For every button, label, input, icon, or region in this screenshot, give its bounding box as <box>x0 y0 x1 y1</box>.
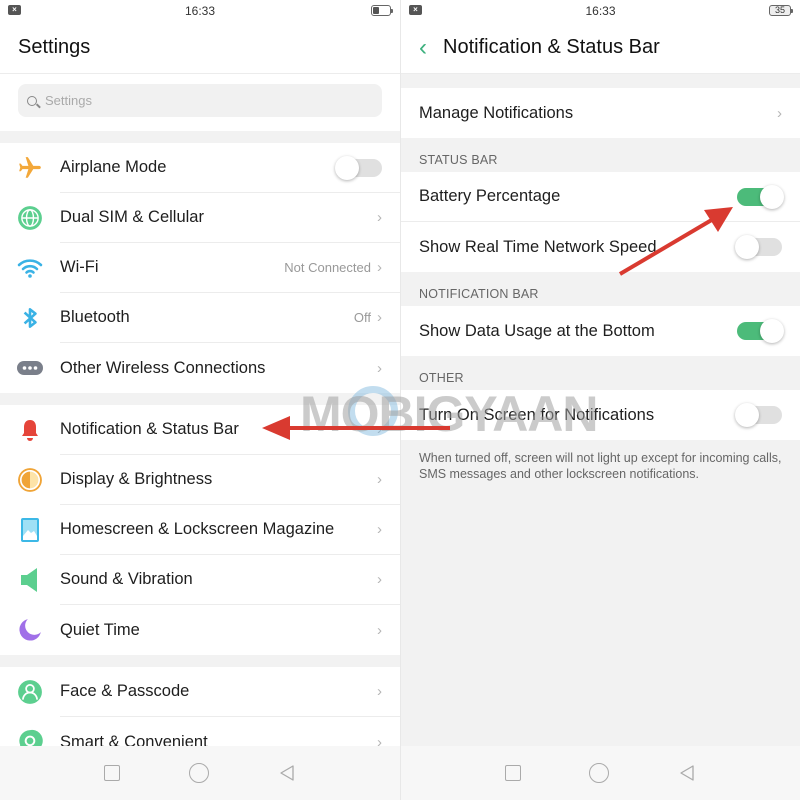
settings-item-face-passcode[interactable]: Face & Passcode › <box>0 667 400 717</box>
chevron-right-icon: › <box>777 104 782 122</box>
wifi-status: Not Connected <box>284 260 371 275</box>
battery-percentage-item[interactable]: Battery Percentage <box>401 172 800 222</box>
more-dots-icon <box>0 359 60 377</box>
network-speed-toggle[interactable] <box>735 235 782 259</box>
chevron-right-icon: › <box>377 259 382 276</box>
item-label: Manage Notifications <box>419 103 574 122</box>
section-heading-notification-bar: NOTIFICATION BAR <box>419 287 539 301</box>
status-bar: × 16:33 35 <box>401 0 800 22</box>
battery-percentage-icon: 35 <box>769 5 793 16</box>
item-label: Wi-Fi <box>60 258 99 276</box>
recents-button[interactable] <box>505 765 522 781</box>
globe-icon <box>0 205 60 231</box>
chevron-right-icon: › <box>377 571 382 588</box>
chevron-right-icon: › <box>377 209 382 226</box>
page-title: Notification & Status Bar <box>443 36 660 58</box>
settings-item-bluetooth[interactable]: Bluetooth Off › <box>0 293 400 343</box>
section-heading-other: OTHER <box>419 371 464 385</box>
chevron-right-icon: › <box>377 309 382 326</box>
screen-on-notifications-toggle[interactable] <box>735 403 782 427</box>
item-label: Battery Percentage <box>419 187 561 205</box>
face-user-icon <box>0 679 60 705</box>
item-label: Show Data Usage at the Bottom <box>419 321 655 340</box>
wifi-icon <box>0 256 60 280</box>
navigation-bar <box>0 746 400 800</box>
item-label: Turn On Screen for Notifications <box>419 405 655 424</box>
data-usage-item[interactable]: Show Data Usage at the Bottom <box>401 306 800 356</box>
settings-item-wifi[interactable]: Wi-Fi Not Connected › <box>0 243 400 293</box>
speaker-icon <box>0 567 60 593</box>
settings-item-notification-status-bar[interactable]: Notification & Status Bar › <box>0 405 400 455</box>
settings-item-quiet-time[interactable]: Quiet Time › <box>0 605 400 655</box>
status-time: 16:33 <box>585 4 616 18</box>
chevron-right-icon: › <box>377 471 382 488</box>
screen-on-footnote: When turned off, screen will not light u… <box>419 451 782 481</box>
page-header: Settings <box>0 22 400 74</box>
screen-on-notifications-item[interactable]: Turn On Screen for Notifications <box>401 390 800 440</box>
item-label: Notification & Status Bar <box>60 420 239 438</box>
item-label: Homescreen & Lockscreen Magazine <box>60 520 335 538</box>
brightness-icon <box>0 467 60 493</box>
bluetooth-icon <box>0 305 60 331</box>
item-label: Other Wireless Connections <box>60 358 266 377</box>
item-label: Bluetooth <box>60 308 130 326</box>
settings-screen: × 16:33 Settings Settings Airplane Mode … <box>0 0 400 800</box>
item-label: Show Real Time Network Speed <box>419 237 657 256</box>
chevron-right-icon: › <box>377 621 382 639</box>
settings-item-homescreen-magazine[interactable]: Homescreen & Lockscreen Magazine › <box>0 505 400 555</box>
search-placeholder: Settings <box>45 93 92 108</box>
item-label: Dual SIM & Cellular <box>60 208 204 226</box>
bluetooth-status: Off <box>353 310 371 325</box>
notification-status-bar-screen: × 16:33 35 ‹ Notification & Status Bar M… <box>400 0 800 800</box>
bell-icon <box>0 418 60 442</box>
item-label: Quiet Time <box>60 620 140 639</box>
settings-item-sound-vibration[interactable]: Sound & Vibration › <box>0 555 400 605</box>
status-bar: × 16:33 <box>0 0 400 22</box>
navigation-bar <box>401 746 800 800</box>
chevron-right-icon: › <box>377 683 382 700</box>
status-time: 16:33 <box>184 4 216 18</box>
battery-icon <box>371 5 393 16</box>
home-button[interactable] <box>589 763 610 783</box>
item-label: Display & Brightness <box>60 470 213 488</box>
back-arrow-icon[interactable]: ‹ <box>419 35 427 60</box>
settings-item-dual-sim[interactable]: Dual SIM & Cellular › <box>0 193 400 243</box>
manage-notifications-item[interactable]: Manage Notifications › <box>401 88 800 138</box>
page-title: Settings <box>18 36 91 58</box>
battery-percentage-toggle[interactable] <box>737 184 784 209</box>
chevron-right-icon: › <box>377 421 382 438</box>
back-nav-button[interactable] <box>678 764 696 782</box>
chevron-right-icon: › <box>377 521 382 538</box>
home-button[interactable] <box>188 763 209 783</box>
moon-icon <box>0 617 60 643</box>
item-label: Face & Passcode <box>60 682 190 700</box>
picture-icon <box>0 517 60 543</box>
settings-group-connectivity: Airplane Mode Dual SIM & Cellular › Wi-F… <box>0 143 400 393</box>
search-input[interactable]: Settings <box>18 84 382 117</box>
chevron-right-icon: › <box>377 359 382 377</box>
airplane-mode-toggle[interactable] <box>335 155 382 180</box>
network-speed-item[interactable]: Show Real Time Network Speed <box>401 222 800 272</box>
settings-item-airplane-mode[interactable]: Airplane Mode <box>0 143 400 193</box>
data-usage-toggle[interactable] <box>737 319 784 343</box>
item-label: Sound & Vibration <box>60 570 193 588</box>
settings-group-personalization: Notification & Status Bar › Display & Br… <box>0 405 400 655</box>
recents-button[interactable] <box>104 765 121 781</box>
page-header: ‹ Notification & Status Bar <box>401 22 800 74</box>
airplane-icon <box>0 155 60 181</box>
back-nav-button[interactable] <box>278 764 296 782</box>
settings-item-other-wireless[interactable]: Other Wireless Connections › <box>0 343 400 393</box>
settings-item-display-brightness[interactable]: Display & Brightness › <box>0 455 400 505</box>
search-icon <box>27 95 37 106</box>
item-label: Airplane Mode <box>60 158 167 176</box>
section-heading-status-bar: STATUS BAR <box>419 153 498 167</box>
